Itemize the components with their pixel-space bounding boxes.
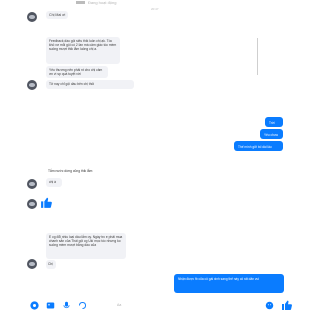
message-text: Trời bbox=[269, 121, 275, 125]
message-text: Yêu chưa bbox=[264, 133, 278, 137]
message-bubble[interactable]: Chị bbox=[46, 260, 56, 269]
message-bubble[interactable]: Chị Mai ơi bbox=[46, 11, 68, 19]
divider bbox=[257, 38, 258, 75]
avatar[interactable] bbox=[27, 179, 37, 189]
sticker-icon[interactable] bbox=[78, 301, 87, 310]
message-bubble[interactable]: Yêu thương nên phải nt cho chị cảm ơn vì… bbox=[46, 66, 108, 78]
message-bubble-sent[interactable]: Nhận được fb của cô gái xinh sang thế nà… bbox=[174, 274, 284, 293]
emoji-icon[interactable] bbox=[265, 301, 274, 310]
message-bubble-sent[interactable]: Thế mình gửi bố dài lâu bbox=[234, 141, 283, 151]
image-icon[interactable] bbox=[46, 301, 55, 310]
back-arrow-icon[interactable] bbox=[76, 1, 85, 4]
message-bubble[interactable]: E cg đổi nhiu loại dầu lắm oy. Ngày trc … bbox=[46, 233, 126, 259]
like-icon[interactable] bbox=[40, 196, 53, 209]
message-input-placeholder: Aa bbox=[117, 303, 122, 307]
avatar[interactable] bbox=[27, 80, 37, 90]
message-text: Tử nay chỉ gội dầu bên chị thôi bbox=[49, 82, 95, 86]
message-text: Chị bbox=[48, 262, 53, 266]
message-bubble[interactable]: Feedback dầu gội siêu thik luôn chị ạk. … bbox=[46, 37, 120, 64]
message-text: Feedback dầu gội siêu thik luôn chị ạk. … bbox=[49, 39, 117, 52]
message-bubble-sent[interactable]: Trời bbox=[265, 117, 283, 127]
camera-icon[interactable] bbox=[30, 301, 39, 310]
message-text: Thế mình gửi bố dài lâu bbox=[238, 145, 272, 149]
message-timestamp: 20:47 bbox=[151, 7, 159, 11]
contact-name: Chị Mai ơi bbox=[49, 13, 66, 17]
message-text: Nhận được fb của cô gái xinh sang thế nà… bbox=[178, 277, 259, 281]
chat-screen: Đang hoạt động 20:47 Chị Mai ơi Feedback… bbox=[0, 0, 320, 320]
message-bubble-sent[interactable]: Yêu chưa bbox=[260, 129, 283, 139]
composer-bar: Aa bbox=[0, 297, 320, 320]
avatar[interactable] bbox=[27, 12, 37, 22]
message-bubble[interactable]: chị à bbox=[46, 178, 62, 187]
message-text: E cg đổi nhiu loại dầu lắm oy. Ngày trc … bbox=[49, 235, 123, 248]
avatar[interactable] bbox=[27, 199, 37, 209]
status-bar: Đang hoạt động bbox=[0, 0, 320, 8]
avatar[interactable] bbox=[27, 259, 37, 269]
like-icon[interactable] bbox=[281, 299, 293, 311]
message-input[interactable]: Aa bbox=[111, 300, 271, 311]
message-text[interactable]: Tắm nước dừng cũng thik lắm bbox=[48, 169, 92, 173]
message-bubble[interactable]: Tử nay chỉ gội dầu bên chị thôi bbox=[46, 80, 134, 89]
active-status: Đang hoạt động bbox=[88, 0, 117, 5]
message-text: chị à bbox=[49, 180, 56, 184]
microphone-icon[interactable] bbox=[62, 301, 71, 310]
message-text: Yêu thương nên phải nt cho chị cảm ơn vì… bbox=[49, 68, 103, 77]
